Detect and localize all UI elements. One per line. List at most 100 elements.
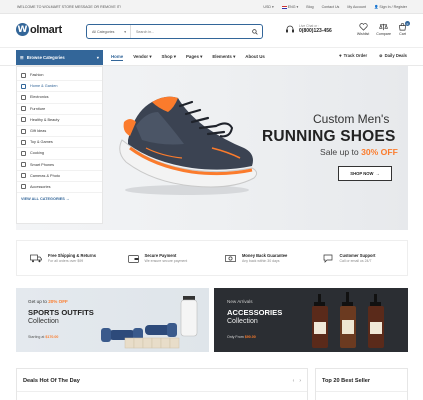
contact-link[interactable]: Contact Us <box>322 5 340 9</box>
top-bar-links: USD ▾ ENG ▾ Blog Contact Us My Account 👤… <box>263 5 407 9</box>
sidebar-item-accessories[interactable]: Accessories <box>17 182 102 194</box>
search-input[interactable] <box>131 29 248 34</box>
next-arrow-icon[interactable]: › <box>299 378 301 384</box>
truck-icon <box>30 254 42 262</box>
camera-icon <box>21 173 26 179</box>
sidebar-item-fashion[interactable]: Fashion <box>17 70 102 82</box>
menu-icon: ☰ <box>20 55 24 60</box>
top-seller-divider <box>316 391 407 392</box>
beauty-icon <box>21 117 26 123</box>
arrow-right-icon: → <box>375 171 380 176</box>
nav-shop[interactable]: Shop ▾ <box>162 54 176 61</box>
phone-block: Live Chat or : 0(800)123-456 <box>285 24 332 34</box>
heart-icon <box>358 23 368 31</box>
header: W olmart All Categories▾ Live Chat or : … <box>0 14 423 48</box>
top-seller-title: Top 20 Best Seller <box>322 378 371 384</box>
logo-text: olmart <box>30 23 62 36</box>
accessories-new: New Arrivals <box>227 299 253 304</box>
top-seller-section: Top 20 Best Seller <box>315 368 408 400</box>
sidebar-item-smart-phones[interactable]: Smart Phones <box>17 160 102 171</box>
nav-about-us[interactable]: About Us <box>245 54 265 61</box>
header-icons: Wishlist Compare Cart 0 <box>357 21 410 36</box>
language-select[interactable]: ENG ▾ <box>281 5 298 9</box>
welcome-message: WELCOME TO WOLMART STORE MESSAGE OR REMO… <box>17 5 121 9</box>
accessories-icon <box>21 184 26 190</box>
nav-pages[interactable]: Pages ▾ <box>186 54 202 61</box>
feature-money-back: Money Back Guarantee Any back within 30 d… <box>212 241 310 275</box>
sidebar-item-toy-games[interactable]: Toy & Games <box>17 137 102 149</box>
gift-icon <box>21 128 26 134</box>
logo[interactable]: W olmart <box>16 23 62 36</box>
main-nav: ☰ Browse Categories ▾ Home Vendor ▾ Shop … <box>0 48 423 66</box>
sidebar-item-healthy-beauty[interactable]: Healthy & Beauty <box>17 115 102 126</box>
sports-outfits-banner[interactable]: Get up to 20% OFF SPORTS OUTFITS Collect… <box>16 288 209 352</box>
currency-select[interactable]: USD ▾ <box>263 5 273 9</box>
view-all-categories-link[interactable]: VIEW ALL CATEGORIES → <box>17 193 102 204</box>
search-category-select[interactable]: All Categories ▾ <box>87 25 131 38</box>
sidebar-item-gift-ideas[interactable]: Gift Ideas <box>17 126 102 138</box>
sidebar-item-home-garden[interactable]: Home & Garden <box>17 81 102 93</box>
sidebar-item-cooking[interactable]: Cooking <box>17 148 102 160</box>
sidebar-item-furniture[interactable]: Furniture <box>17 104 102 115</box>
sports-collection: Collection <box>28 318 59 325</box>
cart-count-badge: 0 <box>405 21 410 26</box>
wallet-icon <box>127 254 139 263</box>
deals-arrows: ‹ › <box>293 378 301 384</box>
category-sidebar: Fashion Home & Garden Electronics Furnit… <box>16 66 103 224</box>
nav-menu: Home Vendor ▾ Shop ▾ Pages ▾ Elements ▾ … <box>111 54 265 61</box>
headset-icon <box>286 25 294 33</box>
map-pin-icon: ⌖ <box>339 53 342 58</box>
feature-secure-payment: Secure Payment We ensure secure payment <box>115 241 213 275</box>
shop-now-button[interactable]: SHOP NOW → <box>338 166 392 181</box>
phone-number[interactable]: 0(800)123-456 <box>299 28 332 34</box>
accessories-collection: Collection <box>227 318 258 325</box>
toy-icon <box>21 139 26 145</box>
compare-icon <box>379 23 389 31</box>
sidebar-item-cameras-photo[interactable]: Cameras & Photo <box>17 171 102 182</box>
features-strip: Free Shipping & Returns For all orders ov… <box>16 240 408 276</box>
hero-sale-value: 30% OFF <box>361 147 398 157</box>
top-bar: WELCOME TO WOLMART STORE MESSAGE OR REMO… <box>0 0 423 14</box>
home-icon <box>21 83 26 89</box>
money-icon <box>225 254 236 262</box>
accessories-price: Only From $90.00 <box>227 335 256 339</box>
tag-icon: ⊚ <box>379 53 383 58</box>
feature-customer-support: Customer Support Call or email us 24/7 <box>310 241 408 275</box>
chevron-down-icon: ▾ <box>96 55 99 60</box>
prev-arrow-icon[interactable]: ‹ <box>293 378 295 384</box>
electronics-icon <box>21 94 26 100</box>
feature-free-shipping: Free Shipping & Returns For all orders ov… <box>17 241 115 275</box>
nav-home[interactable]: Home <box>111 54 124 61</box>
wishlist-button[interactable]: Wishlist <box>357 23 369 36</box>
deals-title: Deals Hot Of The Day <box>23 378 80 384</box>
browse-categories-button[interactable]: ☰ Browse Categories ▾ <box>16 50 103 65</box>
cooking-icon <box>21 150 26 156</box>
sports-discount: Get up to 20% OFF <box>28 299 68 304</box>
deals-hot-section: Deals Hot Of The Day ‹ › <box>16 368 308 400</box>
nav-elements[interactable]: Elements ▾ <box>212 54 235 61</box>
cart-button[interactable]: Cart 0 <box>398 21 410 36</box>
daily-deals-link[interactable]: ⊚ Daily Deals <box>379 53 407 58</box>
nav-right: ⌖ Track Order ⊚ Daily Deals <box>339 53 407 58</box>
compare-button[interactable]: Compare <box>376 23 391 36</box>
sign-in-link[interactable]: 👤 Sign In / Register <box>374 5 407 9</box>
fashion-icon <box>21 72 26 78</box>
sports-price: Starting at $170.00 <box>28 335 59 339</box>
search-bar: All Categories ▾ <box>86 24 263 39</box>
hero-title: RUNNING SHOES <box>262 128 396 145</box>
nav-vendor[interactable]: Vendor ▾ <box>133 54 151 61</box>
deals-divider <box>17 391 307 392</box>
accessories-title: ACCESSORIES <box>227 308 283 317</box>
running-shoe-image <box>119 96 258 195</box>
sidebar-item-electronics[interactable]: Electronics <box>17 92 102 104</box>
blog-link[interactable]: Blog <box>306 5 313 9</box>
bottles-image <box>312 292 384 348</box>
search-icon[interactable] <box>248 28 262 35</box>
chat-icon <box>323 254 332 263</box>
hero-subtitle: Custom Men's <box>313 112 390 126</box>
sports-title: SPORTS OUTFITS <box>28 308 94 317</box>
flag-icon <box>281 5 287 9</box>
track-order-link[interactable]: ⌖ Track Order <box>339 53 367 58</box>
my-account-link[interactable]: My Account <box>347 5 366 9</box>
accessories-banner[interactable]: New Arrivals ACCESSORIES Collection Only… <box>214 288 408 352</box>
